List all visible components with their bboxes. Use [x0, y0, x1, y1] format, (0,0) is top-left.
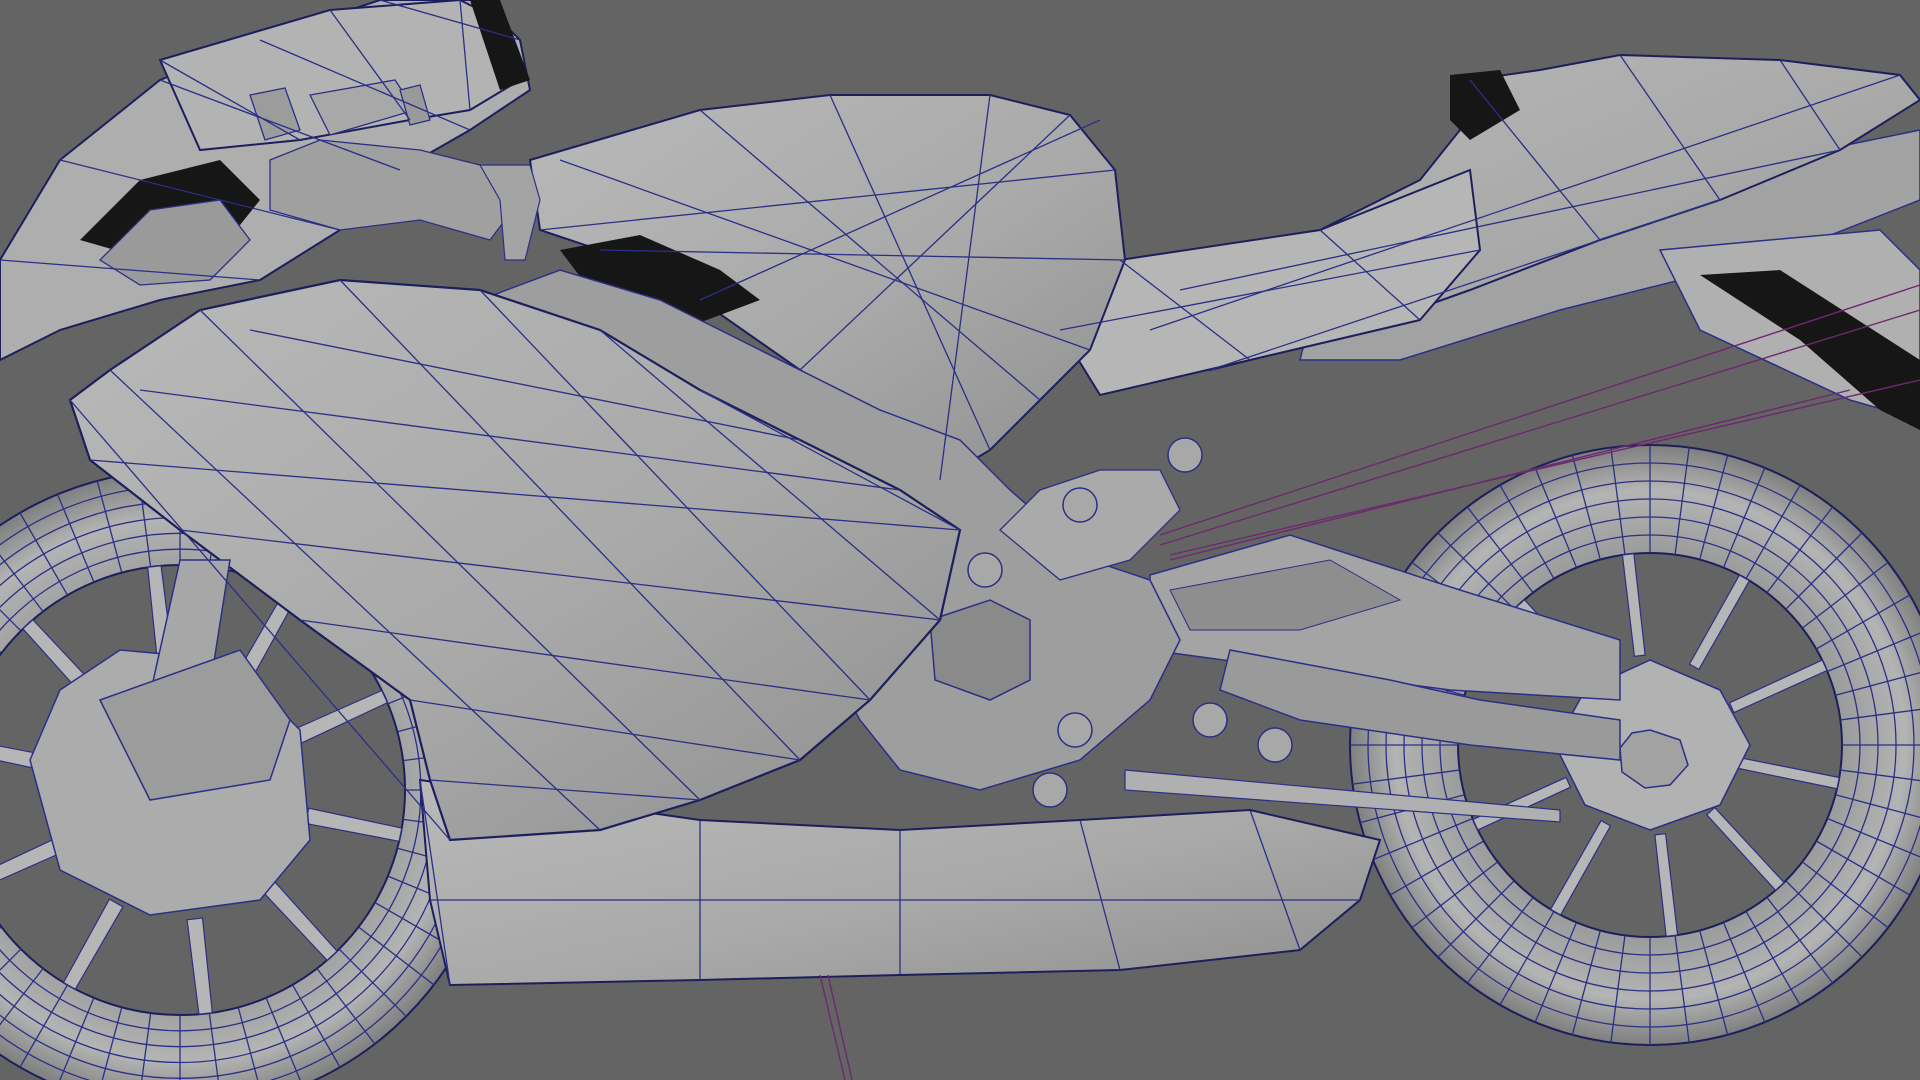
- bolt: [1032, 772, 1068, 808]
- bolt: [1057, 712, 1093, 748]
- seat: [1058, 168, 1482, 397]
- motorcycle-model[interactable]: [0, 0, 1920, 1080]
- viewport-3d[interactable]: [0, 0, 1920, 1080]
- bolt: [1062, 487, 1098, 523]
- bolt: [967, 552, 1003, 588]
- bolt: [1257, 727, 1293, 763]
- bolt: [1167, 437, 1203, 473]
- rear-wheel[interactable]: [1349, 444, 1920, 1046]
- bolt: [1192, 702, 1228, 738]
